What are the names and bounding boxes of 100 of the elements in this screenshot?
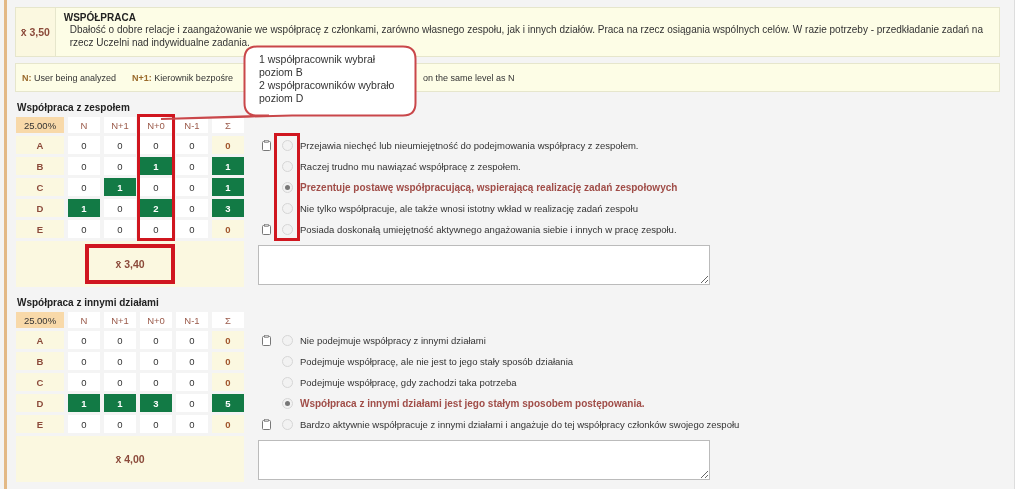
count-cell: 0	[176, 415, 208, 433]
count-cell: 0	[68, 415, 100, 433]
option-label: Bardzo aktywnie współpracuje z innymi działami i angażuje do tej współpracy członków swojego zespołu	[300, 418, 741, 430]
section-title: Współpraca z zespołem	[17, 102, 131, 113]
count-cell: 0	[68, 157, 100, 175]
note-icon[interactable]	[261, 418, 271, 430]
radio-button[interactable]	[281, 160, 293, 172]
legend-item: on the same level as N	[422, 72, 515, 83]
count-cell: 1	[68, 394, 100, 412]
option-label: Podejmuje współpracę, ale nie jest to jego stały sposób działania	[300, 355, 575, 367]
total-cell: 3	[212, 199, 244, 217]
count-cell: 0	[140, 220, 172, 238]
count-cell: 0	[68, 136, 100, 154]
row-label: C	[16, 373, 64, 391]
row-label: A	[16, 331, 64, 349]
row-label: A	[16, 136, 64, 154]
count-cell: 0	[68, 220, 100, 238]
count-cell: 0	[104, 352, 136, 370]
competency-title: WSPÓŁPRACA	[63, 12, 137, 23]
option-label: Nie tylko współpracuje, ale także wnosi istotny wkład w realizację zadań zespołu	[300, 202, 639, 214]
total-cell: 0	[212, 136, 244, 154]
row-label: D	[16, 199, 64, 217]
note-icon[interactable]	[261, 223, 271, 235]
option-label: Przejawia niechęć lub nieumiejętność do podejmowania współpracy z zespołem.	[300, 139, 640, 151]
count-cell: 1	[104, 178, 136, 196]
mean-score: x̄ 3,40	[85, 244, 175, 284]
weight-cell: 25.00%	[16, 312, 64, 328]
competency-score: x̄ 3,50	[16, 8, 56, 56]
total-cell: 0	[212, 415, 244, 433]
count-cell: 0	[104, 220, 136, 238]
count-cell: 0	[176, 178, 208, 196]
section-title: Współpraca z innymi działami	[17, 297, 160, 308]
count-cell: 0	[104, 136, 136, 154]
option-label: Prezentuje postawę współpracującą, wspierającą realizację zadań zespołowych	[300, 181, 679, 193]
callout-text: 1 współpracownik wybrał poziom B 2 współpracowników wybrało poziom D	[259, 53, 395, 105]
radio-button[interactable]	[281, 139, 293, 151]
column-header: N+1	[104, 312, 136, 328]
radio-button[interactable]	[281, 355, 293, 367]
legend-item: N: User being analyzed	[22, 72, 117, 83]
row-label: E	[16, 415, 64, 433]
count-cell: 0	[68, 178, 100, 196]
option-label: Współpraca z innymi działami jest jego stałym sposobem postępowania.	[300, 397, 646, 409]
total-cell: 1	[212, 157, 244, 175]
count-cell: 0	[176, 373, 208, 391]
radio-button[interactable]	[281, 334, 293, 346]
total-cell: 0	[212, 373, 244, 391]
count-cell: 0	[68, 331, 100, 349]
column-header: Σ	[212, 312, 244, 328]
count-cell: 0	[140, 415, 172, 433]
count-cell: 1	[104, 394, 136, 412]
column-header: N	[68, 117, 100, 133]
radio-button[interactable]	[281, 418, 293, 430]
count-cell: 0	[176, 331, 208, 349]
option-label: Podejmuje współpracę, gdy zachodzi taka potrzeba	[300, 376, 518, 388]
row-label: C	[16, 178, 64, 196]
column-header: N+0	[140, 117, 172, 133]
count-cell: 0	[176, 136, 208, 154]
row-label: B	[16, 352, 64, 370]
count-cell: 0	[176, 199, 208, 217]
option-label: Raczej trudno mu nawiązać współpracę z zespołem.	[300, 160, 522, 172]
scrollbar[interactable]	[1014, 0, 1024, 489]
count-cell: 0	[68, 373, 100, 391]
count-cell: 0	[104, 199, 136, 217]
row-label: E	[16, 220, 64, 238]
count-cell: 2	[140, 199, 172, 217]
count-cell: 0	[140, 178, 172, 196]
radio-button[interactable]	[281, 181, 293, 193]
row-label: B	[16, 157, 64, 175]
note-icon[interactable]	[261, 334, 271, 346]
radio-button[interactable]	[281, 397, 293, 409]
count-cell: 0	[104, 415, 136, 433]
column-header: N-1	[176, 312, 208, 328]
radio-button[interactable]	[281, 376, 293, 388]
total-cell: 0	[212, 220, 244, 238]
row-label: D	[16, 394, 64, 412]
total-cell: 5	[212, 394, 244, 412]
count-cell: 3	[140, 394, 172, 412]
count-cell: 0	[140, 352, 172, 370]
count-cell: 1	[140, 157, 172, 175]
column-header: N	[68, 312, 100, 328]
note-icon[interactable]	[261, 139, 271, 151]
competency-description: Dbałość o dobre relacje i zaangażowanie we współpracę z członkami, zarówno własnego zespołu, jak i innych działów. Praca na rzecz osiągania wspólnych celów. W razie potrzeby - przedkładanie zadań na rzecz Uczelni nad indywidualne zadania.	[68, 23, 984, 49]
option-label: Nie podejmuje współpracy z innymi działami	[300, 334, 487, 346]
comment-field[interactable]	[258, 440, 710, 480]
count-cell: 0	[176, 394, 208, 412]
radio-button[interactable]	[281, 223, 293, 235]
option-label: Posiada doskonałą umiejętność aktywnego angażowania siebie i innych w pracę zespołu.	[300, 223, 678, 235]
column-header: N+1	[104, 117, 136, 133]
count-cell: 0	[140, 373, 172, 391]
count-cell: 0	[68, 352, 100, 370]
comment-field[interactable]	[258, 245, 710, 285]
count-cell: 1	[68, 199, 100, 217]
count-cell: 0	[140, 331, 172, 349]
count-cell: 0	[176, 220, 208, 238]
count-cell: 0	[176, 352, 208, 370]
radio-button[interactable]	[281, 202, 293, 214]
weight-cell: 25.00%	[16, 117, 64, 133]
count-cell: 0	[140, 136, 172, 154]
count-cell: 0	[104, 373, 136, 391]
count-cell: 0	[176, 157, 208, 175]
